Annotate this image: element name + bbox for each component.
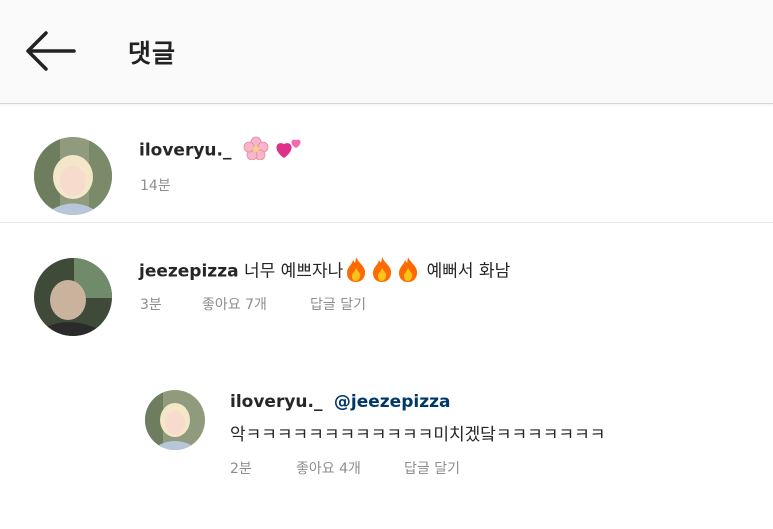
fire-icon	[369, 255, 395, 288]
mention-link[interactable]: @jeezepizza	[334, 392, 451, 412]
fire-icon	[395, 255, 421, 288]
reply-text: 악ㅋㅋㅋㅋㅋㅋㅋㅋㅋㅋㅋㅋ미치겠닼ㅋㅋㅋㅋㅋㅋㅋ	[230, 425, 606, 445]
reply-header: iloveryu._ @jeezepizza	[230, 392, 450, 412]
likes-count[interactable]: 좋아요 4개	[296, 458, 361, 478]
comment-text: 너무 예쁘자나	[243, 261, 344, 282]
avatar[interactable]	[34, 137, 112, 215]
username[interactable]: iloveryu._	[139, 141, 231, 161]
timestamp: 14분	[140, 178, 171, 194]
two-hearts-icon	[274, 136, 304, 165]
cherry-blossom-icon	[243, 136, 269, 165]
fire-icon	[343, 255, 369, 288]
top-bar: 댓글	[0, 0, 773, 104]
comment-text: 예뻐서 화남	[426, 261, 511, 282]
avatar[interactable]	[34, 258, 112, 336]
reply-button[interactable]: 답글 달기	[404, 458, 460, 478]
page-title: 댓글	[128, 39, 177, 68]
divider	[0, 222, 773, 223]
reply-button[interactable]: 답글 달기	[310, 294, 366, 314]
back-arrow-icon	[26, 31, 76, 71]
likes-count[interactable]: 좋아요 7개	[202, 294, 267, 314]
username[interactable]: iloveryu._	[230, 392, 322, 412]
timestamp: 2분	[230, 461, 252, 477]
avatar[interactable]	[145, 390, 205, 450]
timestamp: 3분	[140, 297, 162, 313]
comment-1: iloveryu._	[139, 136, 304, 165]
username[interactable]: jeezepizza	[139, 262, 239, 282]
comment-2: jeezepizza 너무 예쁘자나 예뻐서 화남	[139, 255, 510, 288]
back-button[interactable]	[22, 28, 78, 74]
